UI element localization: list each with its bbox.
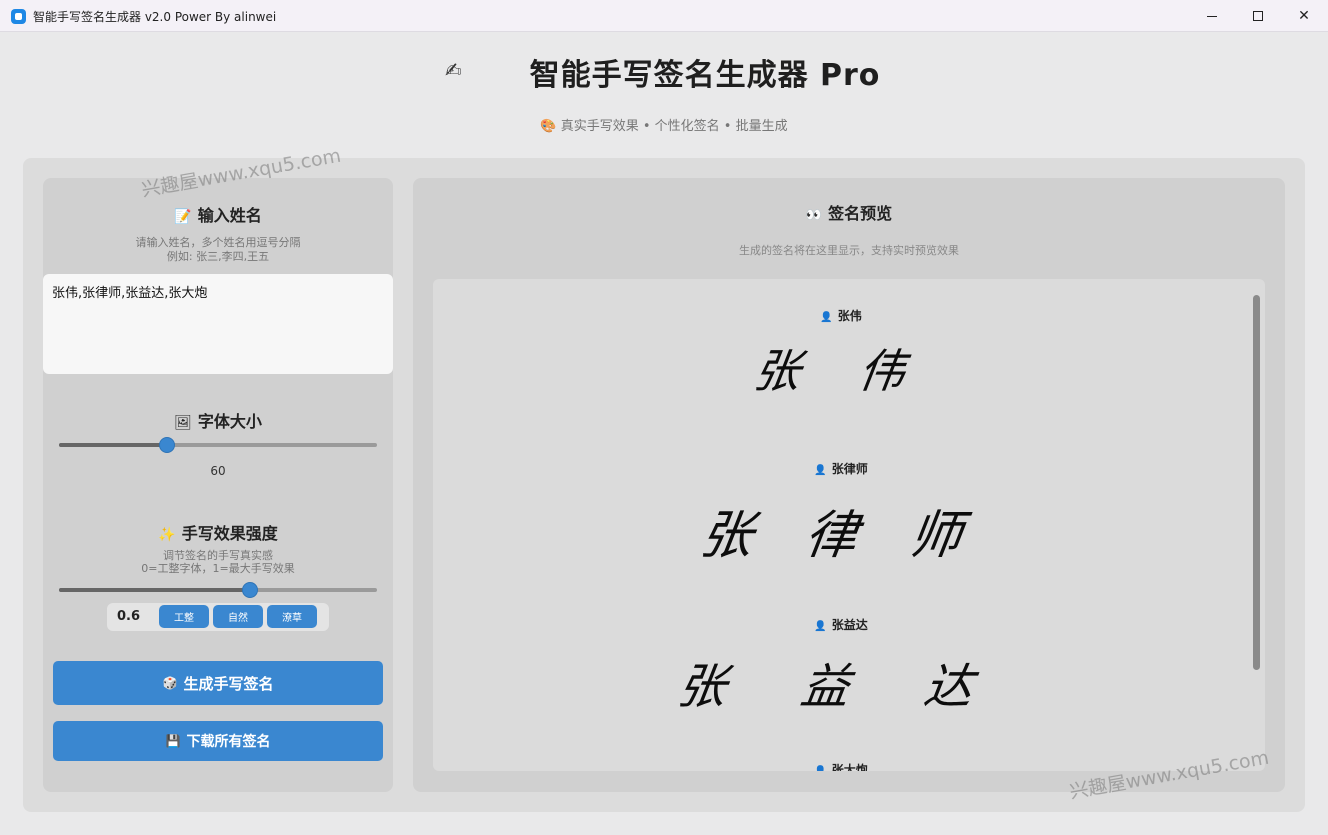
signature-name-label: 👤 张伟 bbox=[820, 309, 862, 323]
maximize-icon bbox=[1253, 11, 1263, 21]
sparkles-icon: ✨ bbox=[158, 527, 176, 543]
window-title: 智能手写签名生成器 v2.0 Power By alinwei bbox=[33, 10, 277, 24]
memo-icon: 📝 bbox=[174, 209, 192, 225]
signature-name-label: 👤 张律师 bbox=[814, 462, 868, 476]
floppy-disk-icon: 💾 bbox=[165, 734, 181, 748]
intensity-hint-line2: 0=工整字体，1=最大手写效果 bbox=[141, 562, 295, 575]
signature-image: 张 伟 bbox=[750, 344, 931, 398]
close-icon: ✕ bbox=[1298, 8, 1310, 24]
preview-scrollbar[interactable] bbox=[1253, 295, 1260, 670]
name-input[interactable] bbox=[43, 274, 393, 374]
preview-hint: 生成的签名将在这里显示，支持实时预览效果 bbox=[739, 244, 959, 257]
intensity-slider[interactable] bbox=[59, 582, 377, 598]
page-subtitle: 🎨 真实手写效果 • 个性化签名 • 批量生成 bbox=[540, 119, 788, 134]
preset-natural-button[interactable]: 自然 bbox=[213, 605, 263, 628]
intensity-title: ✨ 手写效果强度 bbox=[158, 524, 278, 543]
preview-title: 👀 签名预览 bbox=[805, 204, 893, 223]
generate-signature-button[interactable]: 🎲 生成手写签名 bbox=[53, 661, 383, 705]
intensity-slider-thumb[interactable] bbox=[241, 582, 258, 598]
close-button[interactable]: ✕ bbox=[1281, 0, 1327, 32]
signature-image: 张 益 达 bbox=[674, 659, 1007, 715]
font-size-slider[interactable] bbox=[59, 437, 377, 453]
font-size-slider-thumb[interactable] bbox=[159, 437, 176, 453]
download-all-button[interactable]: 💾 下载所有签名 bbox=[53, 721, 383, 761]
minimize-button[interactable] bbox=[1189, 0, 1235, 32]
input-section-title: 📝 输入姓名 bbox=[174, 206, 262, 225]
intensity-control-bar: 0.6 工整 自然 潦草 bbox=[107, 603, 329, 631]
dice-icon: 🎲 bbox=[162, 676, 178, 690]
font-size-value: 60 bbox=[210, 464, 226, 478]
signature-preview-area[interactable]: 👤张伟 张 伟 👤张律师 张 律 师 👤张益达 张 益 达 👤张大炮 bbox=[433, 279, 1265, 771]
intensity-slider-fill bbox=[59, 588, 250, 592]
picture-icon: 🖼 bbox=[174, 415, 192, 431]
maximize-button[interactable] bbox=[1235, 0, 1281, 32]
eyes-icon: 👀 bbox=[805, 208, 823, 223]
minimize-icon bbox=[1207, 15, 1217, 17]
intensity-value: 0.6 bbox=[117, 609, 141, 624]
person-icon: 👤 bbox=[820, 312, 833, 323]
signature-name-label: 👤张大炮 bbox=[433, 761, 1249, 771]
input-hint-line1: 请输入姓名，多个姓名用逗号分隔 bbox=[135, 236, 301, 249]
signature-name-label: 👤 张益达 bbox=[814, 618, 868, 632]
person-icon: 👤 bbox=[814, 766, 826, 771]
app-icon bbox=[11, 9, 26, 24]
page-title: 智能手写签名生成器 Pro bbox=[529, 58, 881, 93]
preset-cursive-button[interactable]: 潦草 bbox=[267, 605, 317, 628]
title-bar: 智能手写签名生成器 v2.0 Power By alinwei ✕ bbox=[0, 0, 1328, 32]
input-hint-line2: 例如: 张三,李四,王五 bbox=[166, 250, 270, 263]
preset-neat-button[interactable]: 工整 bbox=[159, 605, 209, 628]
person-icon: 👤 bbox=[814, 465, 827, 476]
font-size-slider-fill bbox=[59, 443, 168, 447]
font-size-title: 🖼 字体大小 bbox=[174, 412, 262, 431]
person-icon: 👤 bbox=[814, 621, 827, 632]
signature-image: 张 律 师 bbox=[696, 506, 984, 566]
intensity-hint-line1: 调节签名的手写真实感 bbox=[163, 549, 273, 562]
